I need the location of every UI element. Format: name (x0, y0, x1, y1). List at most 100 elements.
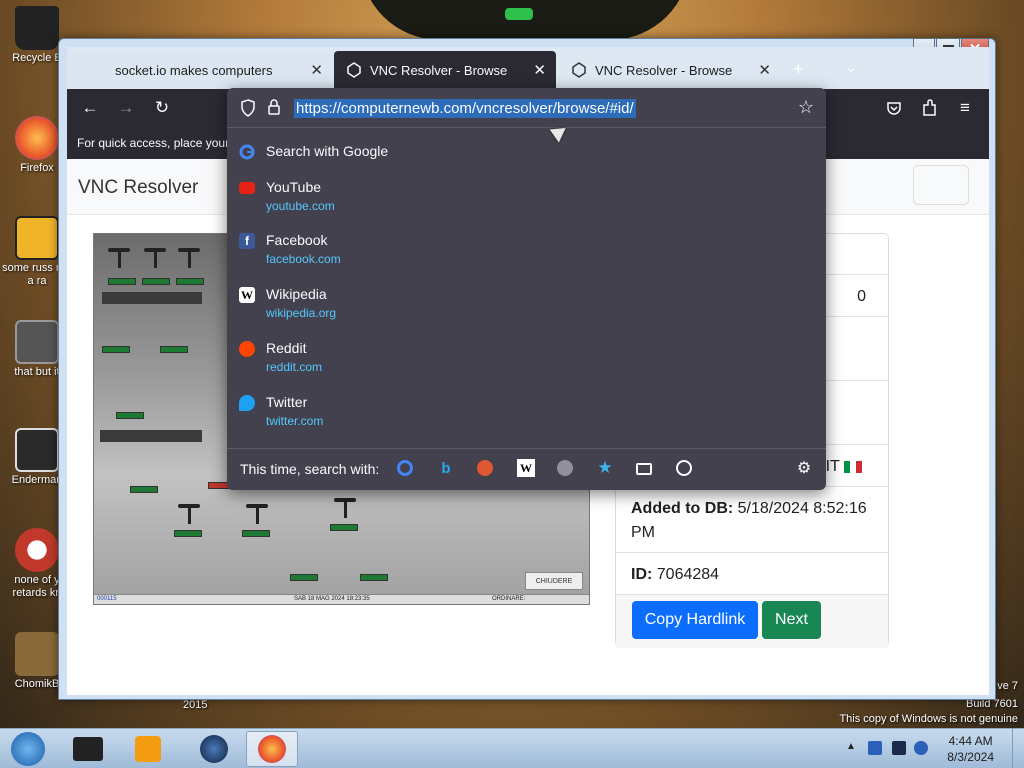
urlbar-dropdown: https://computernewb.com/vncresolver/bro… (227, 88, 826, 490)
lock-icon[interactable] (267, 98, 281, 116)
taskbar-clock[interactable]: 4:44 AM 8/3/2024 (947, 733, 994, 765)
taskbar-app-1[interactable] (62, 731, 114, 767)
suggestion-url: facebook.com (266, 252, 341, 266)
forward-button[interactable]: → (116, 98, 136, 118)
tab-close-icon[interactable]: ✕ (758, 61, 771, 79)
bookmarks-hint-text: For quick access, place your b (77, 136, 240, 150)
card-row-added: Added to DB: 5/18/2024 8:52:16 PM (616, 486, 888, 552)
youtube-icon (239, 182, 255, 194)
tab-label: VNC Resolver - Browse (595, 62, 733, 78)
tab-label: socket.io makes computers (115, 62, 273, 78)
history-icon[interactable] (676, 460, 692, 476)
network-icon[interactable] (892, 741, 906, 755)
tab-vnc-resolver[interactable]: VNC Resolver - Browse ✕ (559, 51, 781, 89)
suggestion-title: Search with Google (266, 143, 389, 159)
table-tag (142, 278, 170, 285)
back-button[interactable]: ← (80, 98, 100, 118)
site-brand[interactable]: VNC Resolver (78, 177, 198, 199)
pocket-icon[interactable] (886, 100, 902, 116)
not-genuine-text: This copy of Windows is not genuine (839, 713, 1018, 725)
suggestion-url: youtube.com (266, 199, 335, 213)
duckduckgo-icon[interactable] (477, 460, 493, 476)
desktop-year-text: 2015 (183, 699, 208, 711)
tab-close-icon[interactable]: ✕ (310, 61, 323, 79)
screenshot-close-button: CHIUDERE (525, 572, 583, 590)
one-off-search-row: This time, search with: b W ★ ⚙ (227, 448, 826, 490)
reload-button[interactable]: ↻ (152, 98, 172, 118)
media-player-icon (135, 736, 161, 762)
tray-app-icon[interactable] (868, 741, 882, 755)
table-tag (174, 530, 202, 537)
navbar-toggler-button[interactable] (913, 165, 969, 205)
status-left: 000115 (97, 596, 117, 602)
google-icon (239, 144, 255, 160)
windows-version-text: ve 7 (997, 680, 1018, 692)
table-tag (108, 278, 136, 285)
copy-hardlink-button[interactable]: Copy Hardlink (632, 601, 758, 639)
screenshot-bar (102, 292, 202, 304)
suggestion-url: wikipedia.org (266, 306, 337, 320)
suggestion-title: Wikipedia (266, 286, 327, 302)
window-stack-icon (15, 320, 59, 364)
tab-socket-io[interactable]: socket.io makes computers ✕ (67, 51, 333, 89)
url-input[interactable]: https://computernewb.com/vncresolver/bro… (294, 99, 636, 118)
search-with-label: This time, search with: (240, 461, 380, 477)
table-tag (130, 486, 158, 493)
windows-taskbar: ▲ 4:44 AM 8/3/2024 (0, 728, 1024, 768)
wikipedia-icon[interactable]: W (517, 459, 535, 477)
windows-logo-icon (11, 732, 45, 766)
start-button[interactable] (2, 731, 54, 767)
taskbar-firefox[interactable] (246, 731, 298, 767)
bookmark-star-icon[interactable]: ☆ (798, 97, 814, 118)
firefox-icon (15, 116, 59, 160)
tray-expand-icon[interactable]: ▲ (846, 741, 860, 755)
next-button[interactable]: Next (762, 601, 821, 639)
partial-value: 0 (857, 288, 866, 305)
bookmarks-star-icon[interactable]: ★ (596, 458, 614, 477)
tab-list-chevron-icon[interactable]: ⌄ (845, 59, 857, 76)
show-desktop-button[interactable] (1012, 729, 1024, 768)
clock-time: 4:44 AM (948, 734, 993, 748)
shield-icon[interactable] (240, 99, 256, 117)
vnc-favicon-icon (572, 62, 586, 78)
table-tag (160, 346, 188, 353)
suggestion-title: YouTube (266, 179, 322, 195)
search-icon[interactable] (557, 460, 573, 476)
google-icon[interactable] (397, 460, 413, 476)
firefox-icon (258, 735, 286, 763)
table-marker (178, 504, 200, 526)
tab-close-icon[interactable]: ✕ (533, 61, 546, 79)
table-tag (242, 530, 270, 537)
tabs-icon[interactable] (636, 463, 652, 475)
suggestion-title: Reddit (266, 340, 307, 356)
facebook-icon: f (239, 233, 255, 249)
screenshot-status-bar: 000115 SAB 18 MAG 2024 18:23:35 ORDINARE… (94, 594, 589, 604)
volume-icon[interactable] (914, 741, 928, 755)
suggestion-url: twitter.com (266, 414, 324, 428)
taskbar-app-3[interactable] (188, 731, 240, 767)
table-marker (246, 504, 268, 526)
app-icon (73, 737, 103, 761)
bing-icon[interactable]: b (437, 459, 455, 477)
menu-hamburger-icon[interactable]: ≡ (955, 98, 975, 118)
url-input-row[interactable]: https://computernewb.com/vncresolver/bro… (227, 88, 826, 128)
table-tag (330, 524, 358, 531)
table-tag (176, 278, 204, 285)
vnc-favicon-icon (347, 62, 361, 78)
tab-label: VNC Resolver - Browse (370, 62, 508, 78)
tab-vnc-resolver-active[interactable]: VNC Resolver - Browse ✕ (334, 51, 556, 89)
clock-date: 8/3/2024 (947, 750, 994, 764)
new-tab-button[interactable]: + (793, 59, 804, 80)
country-code: IT (825, 458, 840, 475)
taskbar-media-player[interactable] (122, 731, 174, 767)
extensions-icon[interactable] (921, 99, 937, 117)
id-label: ID: (631, 566, 653, 583)
table-marker (334, 498, 356, 520)
desktop-wallpaper-shape (360, 0, 690, 40)
status-center: SAB 18 MAG 2024 18:23:35 (294, 596, 370, 602)
search-settings-gear-icon[interactable]: ⚙ (795, 459, 813, 477)
table-tag (290, 574, 318, 581)
card-row-id: ID: 7064284 (616, 552, 888, 594)
app-icon (15, 216, 59, 260)
suggestion-url: reddit.com (266, 360, 323, 374)
